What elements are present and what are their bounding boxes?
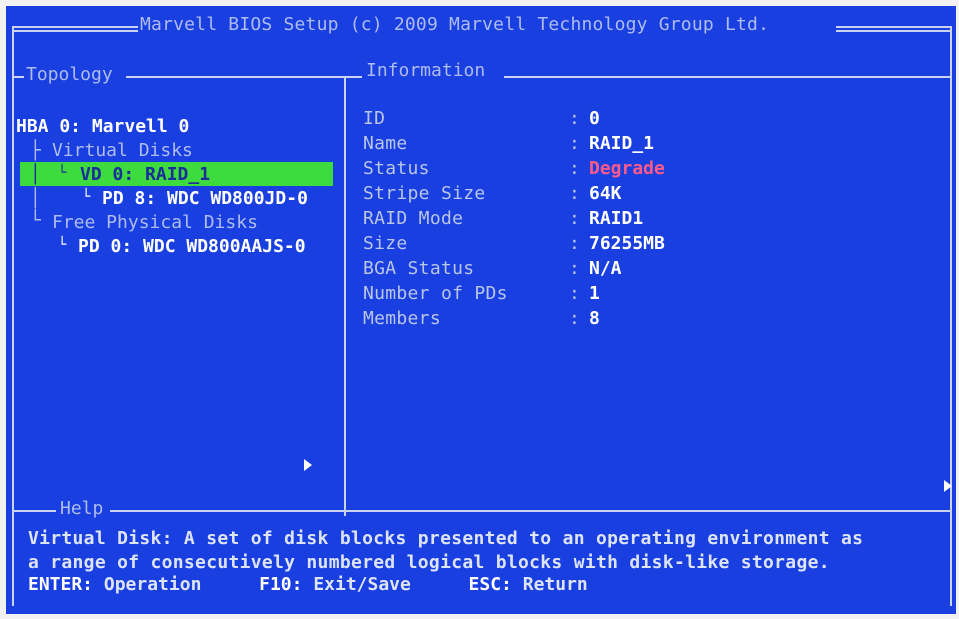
tree-connector-free: └ [30, 210, 41, 231]
tree-corner-pd0: └ [58, 237, 67, 253]
help-line-1: Virtual Disk: A set of disk blocks prese… [28, 528, 864, 549]
info-value-raid-mode: RAID1 [589, 208, 644, 229]
info-colon: : [569, 158, 580, 179]
info-label-name: Name [363, 133, 408, 154]
pd8-node[interactable]: PD 8: WDC WD800JD-0 [102, 188, 308, 210]
info-label-stripe-size: Stripe Size [363, 183, 486, 204]
info-value-size: 76255MB [589, 233, 665, 254]
info-value-status: Degrade [589, 158, 665, 179]
info-label-raid-mode: RAID Mode [363, 208, 464, 229]
frame-top-line [12, 26, 138, 28]
info-line-right [504, 76, 950, 78]
frame-top-line-right-2 [836, 30, 952, 32]
virtual-disks-node[interactable]: Virtual Disks [52, 140, 193, 162]
help-line-2: a range of consecutively numbered logica… [28, 552, 830, 573]
window-title: Marvell BIOS Setup (c) 2009 Marvell Tech… [140, 14, 770, 35]
pd0-node[interactable]: PD 0: WDC WD800AAJS-0 [78, 236, 306, 258]
info-value-name: RAID_1 [589, 133, 655, 154]
info-colon: : [569, 308, 580, 329]
hba-node[interactable]: HBA 0: Marvell 0 [16, 116, 189, 138]
info-value-members: 8 [589, 308, 600, 329]
frame-top-line-2 [12, 30, 138, 32]
free-disks-node[interactable]: Free Physical Disks [52, 212, 258, 234]
key-esc-action: Return [522, 574, 588, 595]
info-colon: : [569, 258, 580, 279]
info-colon: : [569, 108, 580, 129]
tree-connector-vd0: │ [30, 164, 41, 185]
key-esc[interactable]: ESC: [469, 574, 512, 595]
info-colon: : [569, 233, 580, 254]
vd0-node[interactable]: VD 0: RAID_1 [80, 164, 210, 186]
info-colon: : [569, 208, 580, 229]
tree-corner-pd8: └ [82, 189, 91, 205]
key-hints: ENTER: Operation F10: Exit/Save ESC: Ret… [28, 574, 588, 595]
info-value-number-of-pds: 1 [589, 283, 600, 304]
info-colon: : [569, 133, 580, 154]
help-panel-title: Help [58, 498, 106, 519]
info-colon: : [569, 283, 580, 304]
topology-line-left [12, 76, 24, 78]
frame-left-line [12, 26, 14, 606]
bios-screen: Marvell BIOS Setup (c) 2009 Marvell Tech… [6, 6, 956, 614]
panel-divider [344, 76, 346, 516]
info-label-id: ID [363, 108, 386, 129]
topology-line-right [126, 76, 350, 78]
frame-top-line-right [836, 26, 952, 28]
help-line-right [110, 510, 950, 512]
frame-right-line [950, 26, 952, 606]
info-label-status: Status [363, 158, 430, 179]
scroll-right-arrow-left[interactable] [304, 459, 312, 471]
topology-panel-title: Topology [24, 64, 115, 85]
info-value-stripe-size: 64K [589, 183, 622, 204]
info-panel-title: Information [364, 60, 488, 81]
info-line-left [346, 76, 362, 78]
tree-corner-vd0: └ [58, 165, 67, 181]
key-enter-action: Operation [103, 574, 202, 595]
info-label-number-of-pds: Number of PDs [363, 283, 508, 304]
info-label-size: Size [363, 233, 408, 254]
info-colon: : [569, 183, 580, 204]
help-line-left [12, 510, 56, 512]
tree-connector-pd8: │ [30, 188, 41, 209]
tree-connector-vd: ├ [30, 140, 41, 161]
info-label-members: Members [363, 308, 441, 329]
info-value-id: 0 [589, 108, 600, 129]
key-f10-action: Exit/Save [313, 574, 411, 595]
key-f10[interactable]: F10: [259, 574, 302, 595]
info-label-bga-status: BGA Status [363, 258, 475, 279]
scroll-right-arrow-right[interactable] [944, 480, 952, 492]
info-value-bga-status: N/A [589, 258, 622, 279]
key-enter[interactable]: ENTER: [28, 574, 93, 595]
